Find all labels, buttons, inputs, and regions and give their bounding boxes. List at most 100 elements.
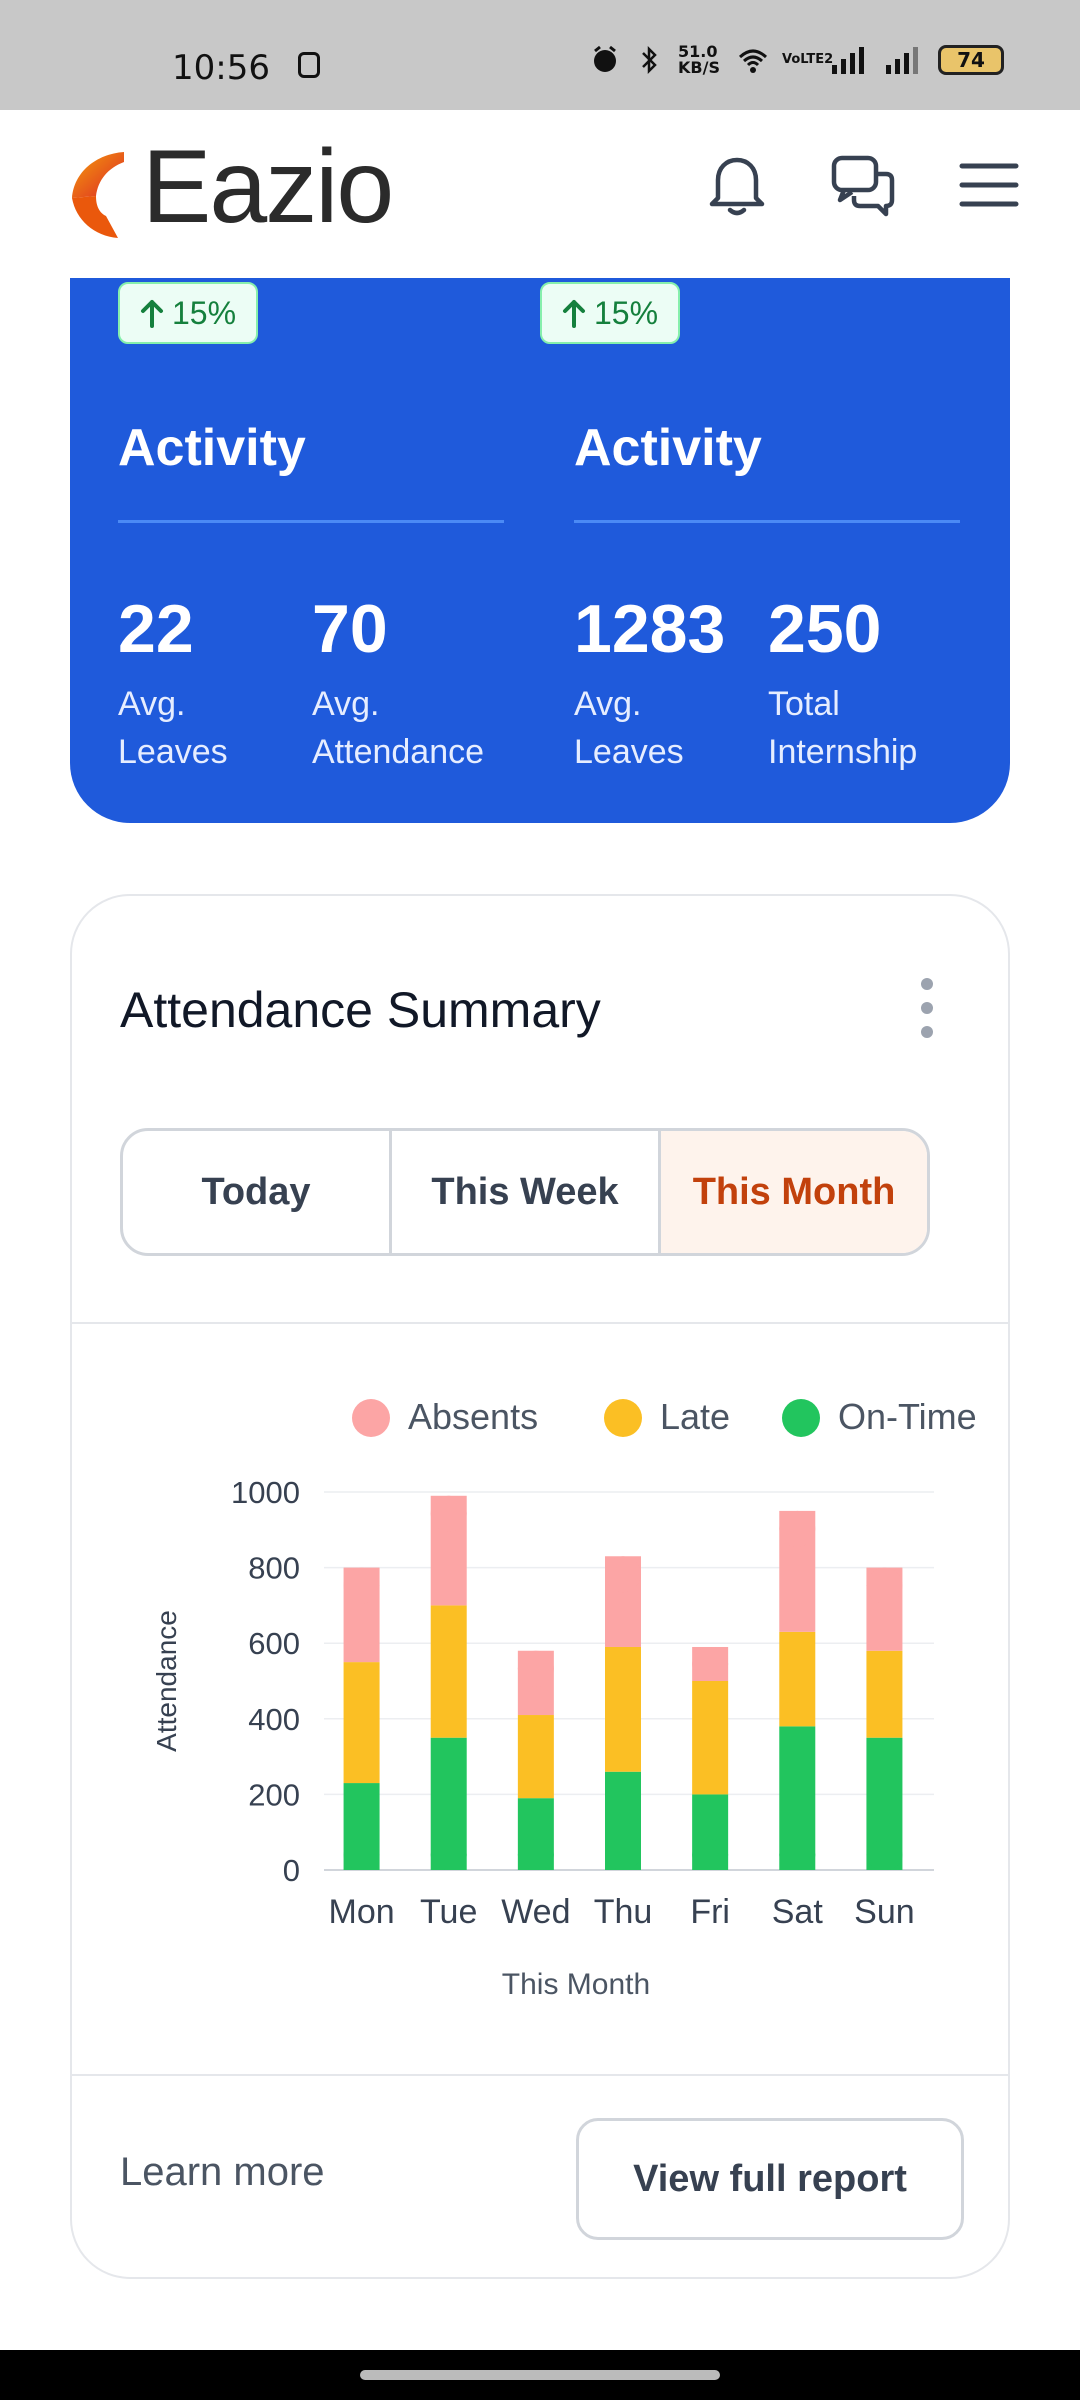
view-full-report-button[interactable]: View full report (576, 2118, 964, 2240)
x-axis-ticks: Mon Tue Wed Thu Fri Sat Sun (329, 1893, 915, 1931)
home-indicator[interactable] (360, 2370, 720, 2380)
y-tick-label: 0 (283, 1853, 300, 1888)
attendance-summary-card: Attendance Summary Today This Week This … (70, 894, 1010, 2279)
bar-base-cap (517, 1839, 554, 1870)
divider (72, 1322, 1008, 1324)
activity-title: Activity (574, 419, 762, 477)
wifi-icon (738, 49, 768, 73)
legend-swatch (782, 1399, 820, 1437)
network-label: VoLTE2 (782, 52, 834, 67)
arrow-up-icon (563, 300, 585, 328)
bar-segment-absents (866, 1567, 903, 1651)
notifications-button[interactable] (702, 150, 772, 220)
legend-label: On-Time (838, 1396, 977, 1437)
divider (118, 520, 504, 523)
y-tick-label: 200 (248, 1777, 300, 1812)
x-tick-label: Sun (854, 1893, 915, 1931)
battery-icon: 74 (938, 45, 1004, 75)
legend-swatch (604, 1399, 642, 1437)
bar-base-cap (343, 1839, 380, 1870)
stat-label: Avg. Leaves (574, 685, 684, 771)
main-menu-button[interactable] (954, 150, 1024, 220)
bar-segment-absents (517, 1650, 554, 1716)
x-tick-label: Mon (329, 1893, 395, 1931)
divider (72, 2074, 1008, 2076)
bar-segment-late (866, 1650, 903, 1738)
lock-icon (298, 52, 320, 78)
stat-label: Total Internship (768, 685, 918, 771)
stat-label: Avg. Attendance (312, 685, 485, 771)
legend-item-on-time: On-Time (782, 1396, 977, 1437)
bar-base-cap (430, 1839, 467, 1870)
x-tick-label: Thu (594, 1893, 653, 1931)
stat-value: 250 (768, 591, 882, 667)
legend-item-absents: Absents (352, 1396, 538, 1437)
bar-segment-late (692, 1681, 729, 1795)
bar-base-cap (692, 1839, 729, 1870)
growth-badge: 15% (540, 282, 681, 344)
chat-icon (831, 155, 895, 217)
bar-segment-absents (343, 1567, 380, 1663)
stat-value: 1283 (574, 591, 726, 667)
legend-swatch (352, 1399, 390, 1437)
tab-this-month[interactable]: This Month (658, 1131, 927, 1253)
x-tick-label: Fri (690, 1893, 730, 1931)
bar-segment-absents (605, 1556, 641, 1647)
growth-badge-value: 15% (594, 294, 659, 331)
y-axis-label: Attendance (151, 1610, 182, 1752)
stat-value: 70 (312, 591, 388, 667)
tab-this-week[interactable]: This Week (389, 1131, 658, 1253)
bar-base-cap (605, 1839, 641, 1870)
net-speed: 51.0 KB/S (678, 42, 720, 77)
legend-item-late: Late (604, 1396, 730, 1437)
growth-badge-value: 15% (172, 294, 237, 331)
bar-base-cap (866, 1839, 903, 1870)
bar-segment-late (779, 1631, 816, 1727)
brand-name: Eazio (142, 129, 394, 245)
messages-button[interactable] (828, 150, 898, 220)
alarm-icon (594, 45, 616, 72)
chart-legend: Absents Late On-Time (352, 1396, 977, 1437)
x-tick-label: Tue (420, 1893, 477, 1931)
card-title: Attendance Summary (120, 982, 601, 1038)
tab-today[interactable]: Today (123, 1131, 389, 1253)
learn-more-link[interactable]: Learn more (120, 2150, 325, 2195)
more-options-icon[interactable] (912, 978, 942, 1038)
bell-icon (709, 157, 765, 216)
status-bar: 10:56 51.0 KB/S VoLTE2 74 (0, 0, 1080, 110)
bar-segment-absents (692, 1646, 729, 1681)
stat-label: Avg. Leaves (118, 685, 228, 771)
bar-segment-late (343, 1662, 380, 1784)
chart-bars (343, 1495, 903, 1870)
bar-segment-late (605, 1646, 641, 1772)
bar-base-cap (779, 1839, 816, 1870)
legend-label: Late (660, 1396, 730, 1437)
y-axis-ticks: 0 200 400 600 800 1000 (231, 1475, 300, 1888)
period-tabs: Today This Week This Month (120, 1128, 930, 1256)
y-tick-label: 400 (248, 1702, 300, 1737)
legend-label: Absents (408, 1396, 538, 1437)
bluetooth-icon (642, 45, 657, 75)
activity-title: Activity (118, 419, 306, 477)
bar-segment-late (430, 1605, 467, 1738)
x-tick-label: Wed (501, 1893, 570, 1931)
bar-segment-absents (779, 1510, 816, 1632)
y-tick-label: 800 (248, 1551, 300, 1586)
y-tick-label: 1000 (231, 1475, 300, 1510)
x-axis-label: This Month (502, 1968, 650, 2001)
signal-icon-2 (886, 47, 918, 74)
attendance-chart: Absents Late On-Time 0 200 400 600 800 1000 Mon… (151, 1396, 977, 2001)
bar-segment-absents (430, 1495, 467, 1606)
x-tick-label: Sat (772, 1893, 824, 1931)
activity-card: 15% Activity 22 Avg. Leaves 70 Avg. Attend… (70, 278, 1010, 823)
stat-value: 22 (118, 591, 194, 667)
divider (574, 520, 960, 523)
signal-icon (832, 47, 864, 74)
bar-segment-late (517, 1715, 554, 1799)
eazio-logo-icon (72, 152, 124, 238)
status-icons: 51.0 KB/S VoLTE2 74 (590, 44, 1004, 76)
status-time: 10:56 (172, 48, 270, 88)
menu-icon (959, 163, 1019, 207)
y-tick-label: 600 (248, 1626, 300, 1661)
arrow-up-icon (141, 300, 163, 328)
